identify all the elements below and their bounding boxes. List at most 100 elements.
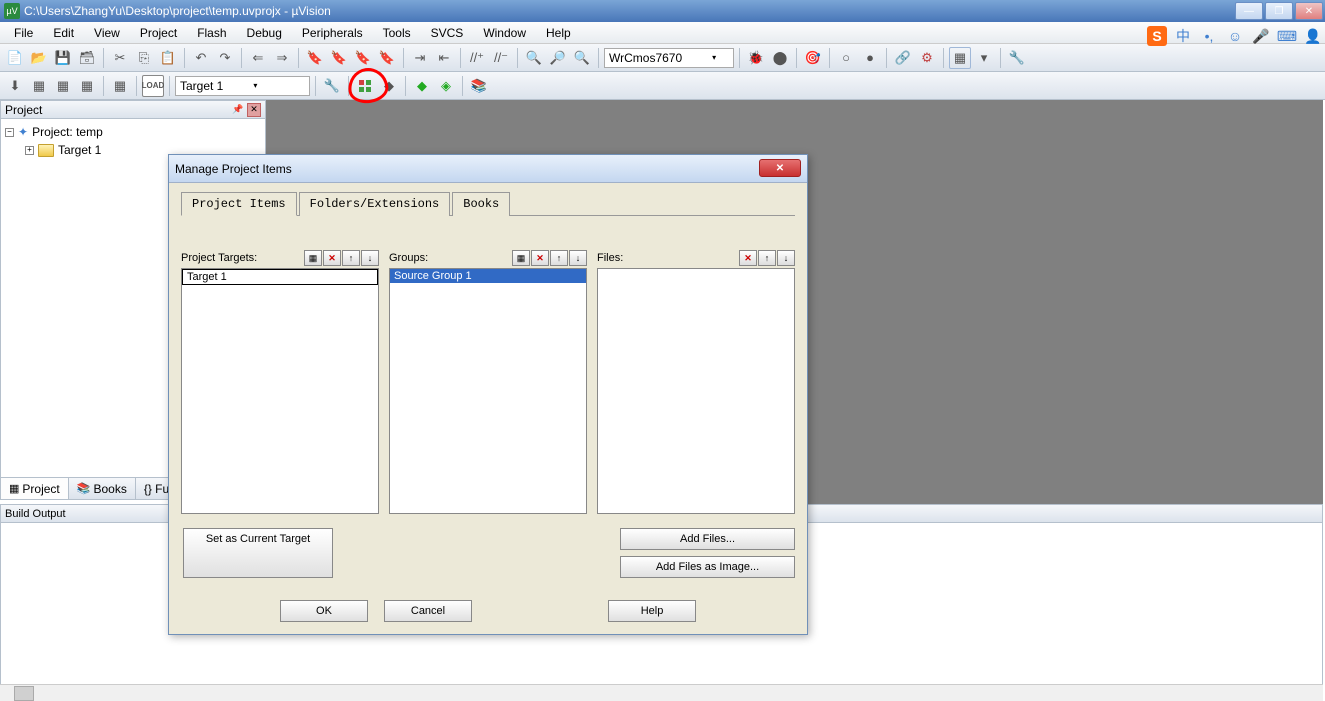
manage-rtecomp-icon[interactable]: ◆ (378, 75, 400, 97)
undo-icon[interactable]: ↶ (190, 47, 212, 69)
pin-icon[interactable]: 📌 (231, 103, 245, 117)
batch-build-icon[interactable]: ▦ (76, 75, 98, 97)
maximize-button[interactable]: ❐ (1265, 2, 1293, 20)
set-current-target-button[interactable]: Set as Current Target (183, 528, 333, 578)
save-icon[interactable]: 💾 (52, 47, 74, 69)
options-icon[interactable]: 🔧 (321, 75, 343, 97)
ime-emoji-icon[interactable]: ☺ (1225, 26, 1245, 46)
group-item[interactable]: Source Group 1 (390, 269, 586, 283)
menu-window[interactable]: Window (473, 23, 536, 43)
close-button[interactable]: ✕ (1295, 2, 1323, 20)
tab-project-items[interactable]: Project Items (181, 192, 297, 216)
nav-fwd-icon[interactable]: ⇒ (271, 47, 293, 69)
window-layout-icon[interactable]: ▦ (949, 47, 971, 69)
wrench-icon[interactable]: 🔧 (1006, 47, 1028, 69)
target-combobox[interactable]: Target 1 (175, 76, 310, 96)
nav-back-icon[interactable]: ⇐ (247, 47, 269, 69)
menu-tools[interactable]: Tools (373, 23, 421, 43)
help-button[interactable]: Help (608, 600, 696, 622)
ime-person-icon[interactable]: 👤 (1303, 26, 1323, 46)
cut-icon[interactable]: ✂ (109, 47, 131, 69)
incremental-find-icon[interactable]: 🔍 (571, 47, 593, 69)
paste-icon[interactable]: 📋 (157, 47, 179, 69)
ok-button[interactable]: OK (280, 600, 368, 622)
build-icon[interactable]: ▦ (28, 75, 50, 97)
copy-icon[interactable]: ⎘ (133, 47, 155, 69)
chevron-down-icon[interactable]: ▾ (973, 47, 995, 69)
pack-installer-icon[interactable]: ◈ (435, 75, 457, 97)
open-file-icon[interactable]: 📂 (28, 47, 50, 69)
ime-keyboard-icon[interactable]: ⌨ (1277, 26, 1297, 46)
files-listbox[interactable] (597, 268, 795, 514)
panel-close-icon[interactable]: ✕ (247, 103, 261, 117)
menu-help[interactable]: Help (536, 23, 581, 43)
target-lens-icon[interactable]: 🎯 (802, 47, 824, 69)
record-off-icon[interactable]: ○ (835, 47, 857, 69)
groups-new-button[interactable]: ▦ (512, 250, 530, 266)
menu-edit[interactable]: Edit (43, 23, 84, 43)
bookmark-icon[interactable]: 🔖 (304, 47, 326, 69)
files-down-button[interactable]: ↓ (777, 250, 795, 266)
menu-flash[interactable]: Flash (187, 23, 236, 43)
menu-debug[interactable]: Debug (237, 23, 292, 43)
select-pack-icon[interactable]: ◆ (411, 75, 433, 97)
groups-delete-button[interactable]: ✕ (531, 250, 549, 266)
tab-books[interactable]: Books (452, 192, 510, 216)
target-item[interactable]: Target 1 (182, 269, 378, 285)
rebuild-icon[interactable]: ▦ (52, 75, 74, 97)
find-icon[interactable]: 🔍 (523, 47, 545, 69)
tab-project[interactable]: ▦ Project (1, 478, 69, 499)
link-icon[interactable]: 🔗 (892, 47, 914, 69)
files-up-button[interactable]: ↑ (758, 250, 776, 266)
download-icon[interactable]: LOAD (142, 75, 164, 97)
find-combobox[interactable]: WrCmos7670 (604, 48, 734, 68)
targets-up-button[interactable]: ↑ (342, 250, 360, 266)
add-files-button[interactable]: Add Files... (620, 528, 795, 550)
bookmark-clear-icon[interactable]: 🔖 (376, 47, 398, 69)
stop-build-icon[interactable]: ▦ (109, 75, 131, 97)
dialog-close-button[interactable]: ✕ (759, 159, 801, 177)
groups-down-button[interactable]: ↓ (569, 250, 587, 266)
menu-svcs[interactable]: SVCS (421, 23, 474, 43)
uncomment-icon[interactable]: //⁻ (490, 47, 512, 69)
minimize-button[interactable]: — (1235, 2, 1263, 20)
outdent-icon[interactable]: ⇤ (433, 47, 455, 69)
bookmark-next-icon[interactable]: 🔖 (352, 47, 374, 69)
menu-view[interactable]: View (84, 23, 130, 43)
ime-zh-icon[interactable]: 中 (1173, 26, 1193, 46)
ime-sogou-icon[interactable]: S (1147, 26, 1167, 46)
collapse-icon[interactable]: − (5, 128, 14, 137)
breakpoint-icon[interactable]: ⬤ (769, 47, 791, 69)
indent-icon[interactable]: ⇥ (409, 47, 431, 69)
books-window-icon[interactable]: 📚 (468, 75, 490, 97)
comment-icon[interactable]: //⁺ (466, 47, 488, 69)
ime-punct-icon[interactable]: •, (1199, 26, 1219, 46)
save-all-icon[interactable]: 🗃 (76, 47, 98, 69)
bookmark-prev-icon[interactable]: 🔖 (328, 47, 350, 69)
files-delete-button[interactable]: ✕ (739, 250, 757, 266)
groups-up-button[interactable]: ↑ (550, 250, 568, 266)
ime-mic-icon[interactable]: 🎤 (1251, 26, 1271, 46)
tree-root[interactable]: − ✦ Project: temp (5, 123, 261, 141)
tab-folders-ext[interactable]: Folders/Extensions (299, 192, 451, 216)
cancel-button[interactable]: Cancel (384, 600, 472, 622)
add-files-as-image-button[interactable]: Add Files as Image... (620, 556, 795, 578)
redo-icon[interactable]: ↷ (214, 47, 236, 69)
translate-icon[interactable]: ⬇ (4, 75, 26, 97)
menu-project[interactable]: Project (130, 23, 187, 43)
targets-delete-button[interactable]: ✕ (323, 250, 341, 266)
new-file-icon[interactable]: 📄 (4, 47, 26, 69)
expand-icon[interactable]: + (25, 146, 34, 155)
find-files-icon[interactable]: 🔎 (547, 47, 569, 69)
horizontal-scrollbar[interactable] (0, 684, 1323, 701)
menu-peripherals[interactable]: Peripherals (292, 23, 373, 43)
groups-listbox[interactable]: Source Group 1 (389, 268, 587, 514)
manage-project-items-icon[interactable] (354, 75, 376, 97)
targets-down-button[interactable]: ↓ (361, 250, 379, 266)
targets-listbox[interactable]: Target 1 (181, 268, 379, 514)
menu-file[interactable]: File (4, 23, 43, 43)
targets-new-button[interactable]: ▦ (304, 250, 322, 266)
record-on-icon[interactable]: ● (859, 47, 881, 69)
gear-red-icon[interactable]: ⚙ (916, 47, 938, 69)
debug-icon[interactable]: 🐞 (745, 47, 767, 69)
